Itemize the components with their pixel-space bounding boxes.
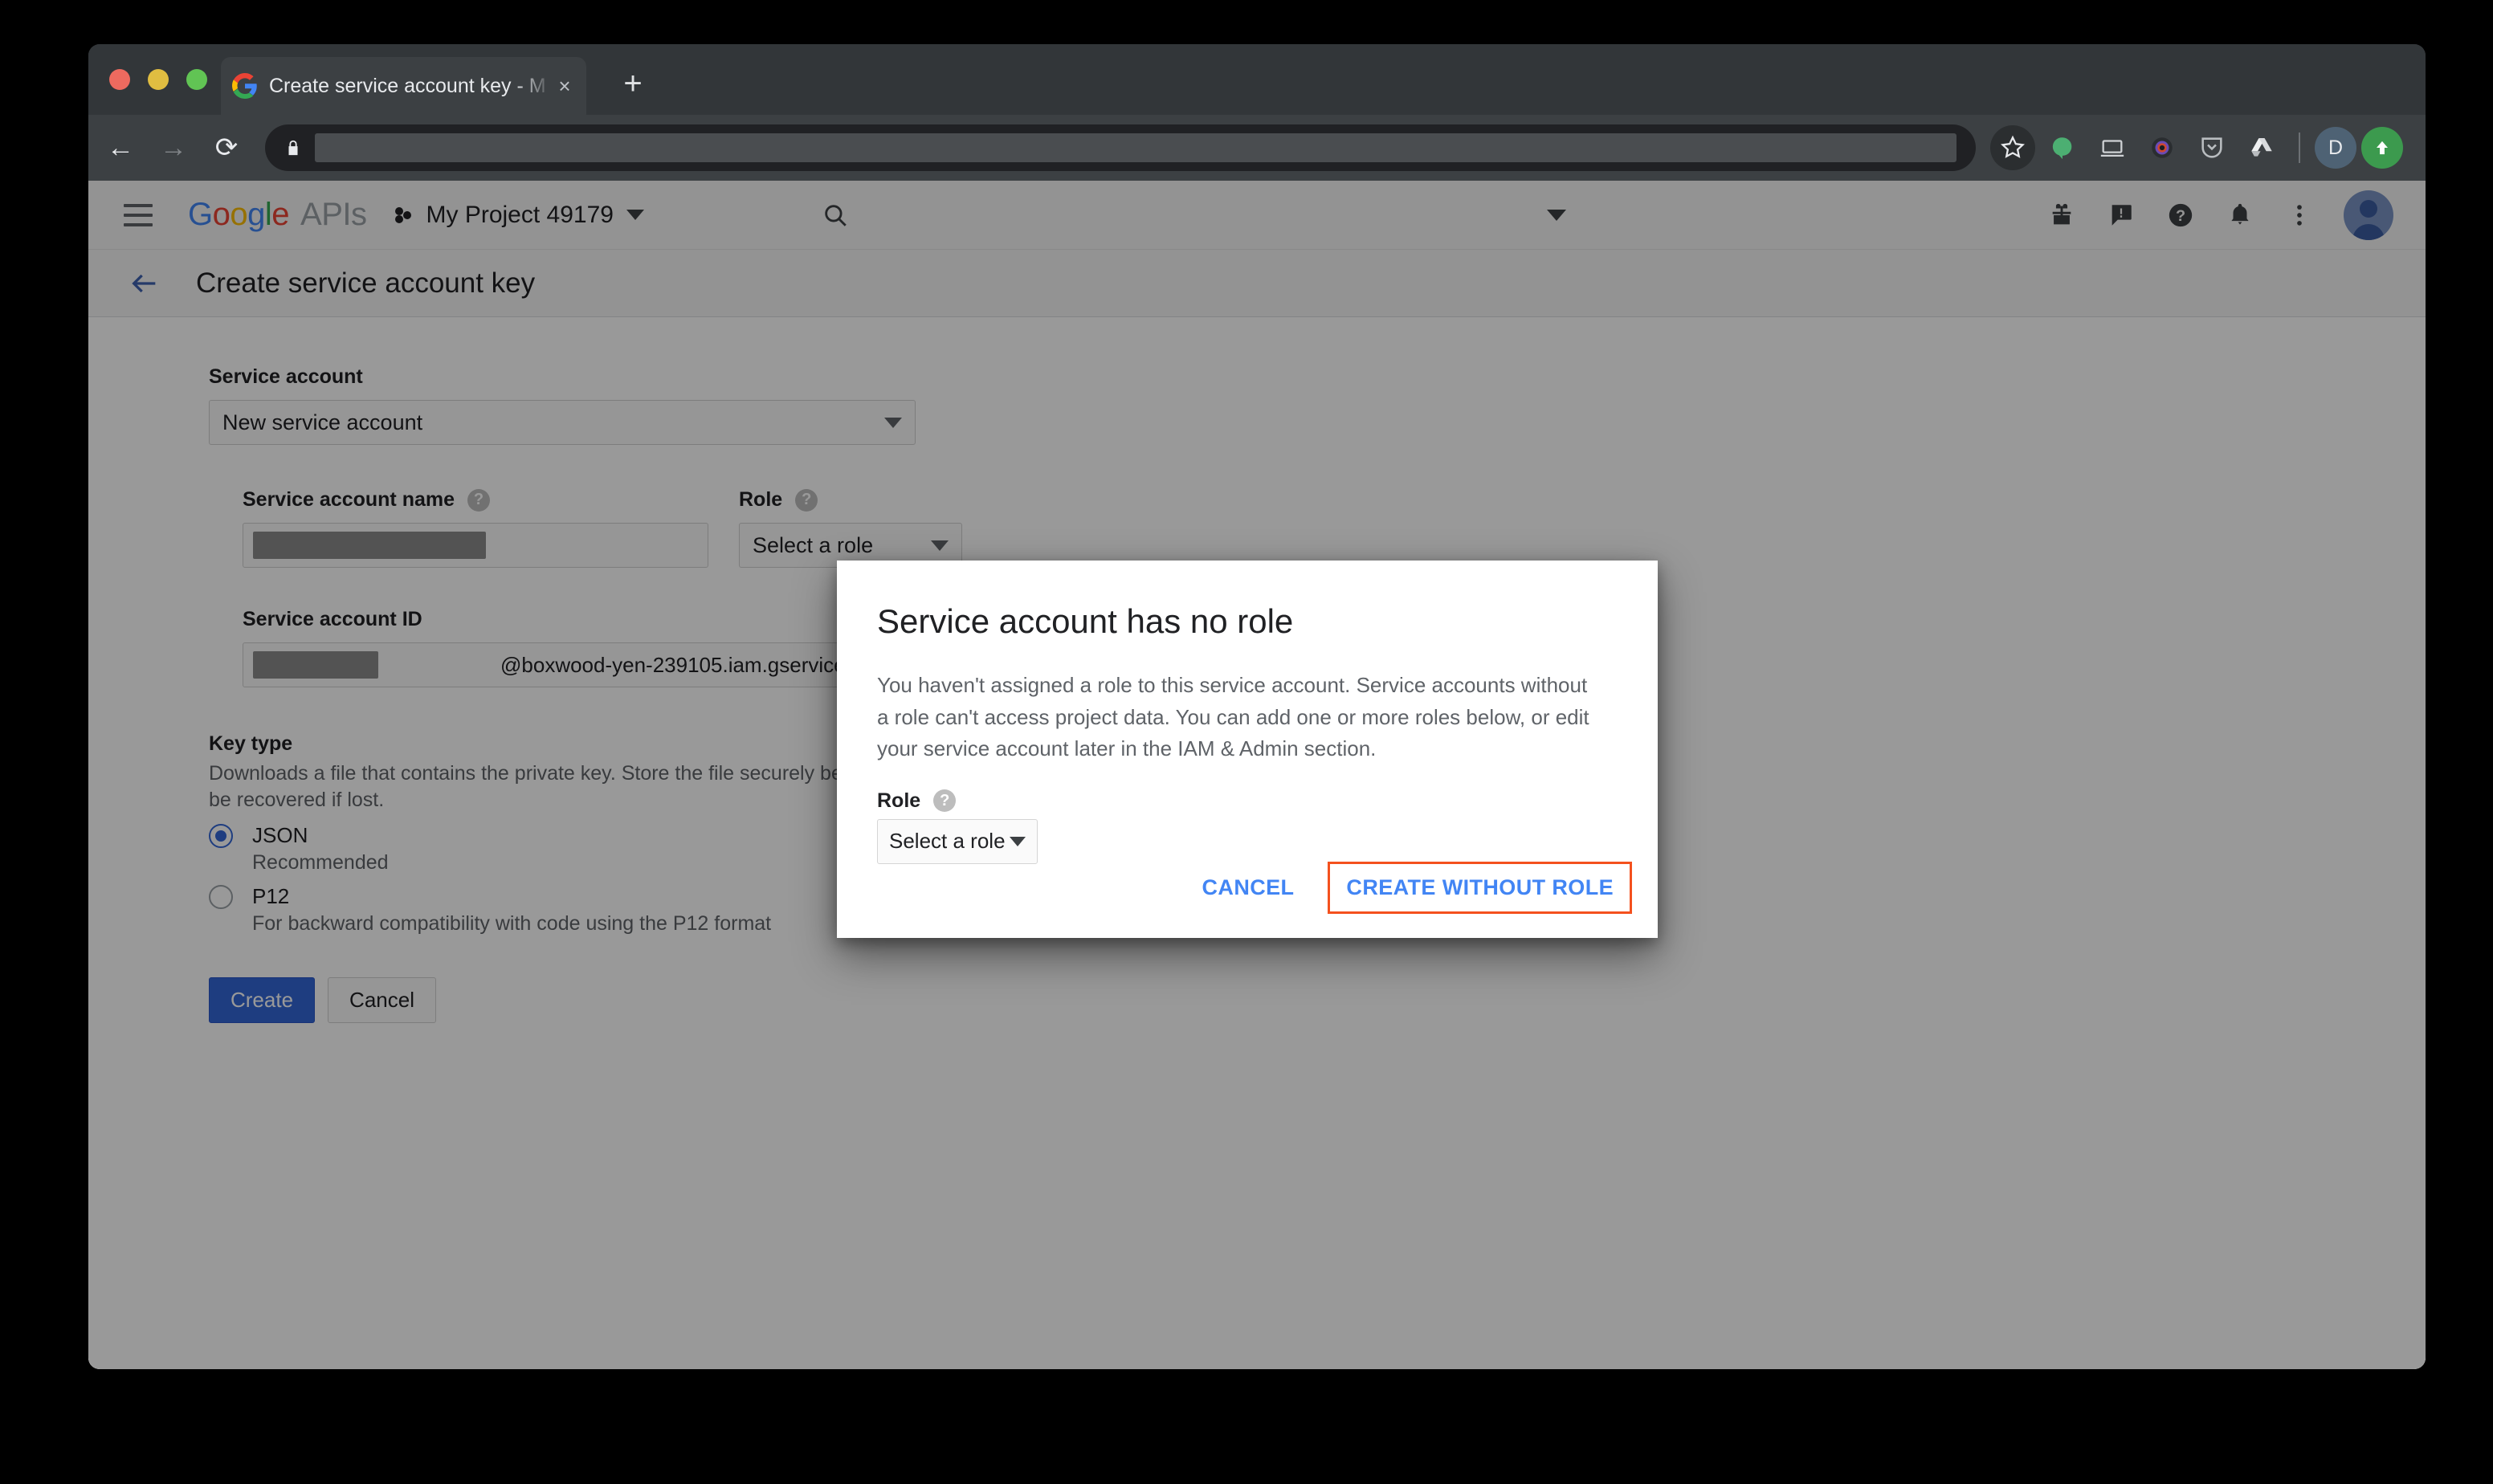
project-selector[interactable]: My Project 49179 xyxy=(391,202,644,229)
help-icon[interactable]: ? xyxy=(933,789,956,812)
google-drive-icon[interactable] xyxy=(2239,125,2284,170)
service-account-name-field: Service account name ? xyxy=(243,488,708,568)
dialog-cancel-button[interactable]: CANCEL xyxy=(1188,862,1309,913)
role-field: Role ? Select a role xyxy=(739,488,962,568)
no-role-dialog: Service account has no role You haven't … xyxy=(837,561,1658,938)
radio-p12[interactable] xyxy=(209,885,233,909)
user-avatar[interactable] xyxy=(2344,190,2393,240)
project-dots-icon xyxy=(391,203,415,227)
dialog-role-field: Role ? Select a role xyxy=(877,789,1618,864)
service-account-field: Service account New service account xyxy=(209,365,2426,445)
service-account-name-input[interactable] xyxy=(243,523,708,568)
gift-icon[interactable] xyxy=(2038,192,2085,238)
maximize-window-button[interactable] xyxy=(186,69,207,90)
dialog-role-label: Role ? xyxy=(877,789,1618,813)
logo-letter-o2: o xyxy=(230,197,247,232)
logo-letter-g2: g xyxy=(247,197,265,232)
chevron-down-icon xyxy=(626,210,644,220)
dialog-role-select[interactable]: Select a role xyxy=(877,819,1038,864)
dialog-role-label-text: Role xyxy=(877,789,920,813)
key-type-p12-label: P12 xyxy=(252,884,289,909)
window-traffic-lights xyxy=(109,69,207,90)
form-actions: Create Cancel xyxy=(209,977,2426,1023)
help-icon[interactable]: ? xyxy=(467,489,490,512)
redacted-value xyxy=(253,651,378,679)
search-icon xyxy=(822,202,849,229)
dialog-title: Service account has no role xyxy=(877,602,1618,641)
dialog-role-value: Select a role xyxy=(889,829,1006,854)
logo-letter-l: l xyxy=(265,197,271,232)
minimize-window-button[interactable] xyxy=(148,69,169,90)
key-type-json-label: JSON xyxy=(252,823,308,848)
toolbar-divider xyxy=(2299,132,2300,163)
redacted-value xyxy=(253,532,486,559)
service-account-name-label: Service account name ? xyxy=(243,488,708,512)
page-header: Create service account key xyxy=(88,250,2426,317)
feedback-icon[interactable] xyxy=(2098,192,2144,238)
service-account-label: Service account xyxy=(209,365,2426,389)
gcp-app-bar-actions: ? xyxy=(2038,190,2406,240)
google-g-icon xyxy=(232,73,258,99)
gcp-app-bar: Google APIs My Project 49179 xyxy=(88,181,2426,250)
name-and-role-row: Service account name ? Role ? Select a r… xyxy=(243,488,2426,568)
help-icon[interactable]: ? xyxy=(2157,192,2204,238)
notifications-bell-icon[interactable] xyxy=(2217,192,2263,238)
browser-profile-button[interactable]: D xyxy=(2315,127,2356,169)
svg-text:?: ? xyxy=(2176,207,2185,225)
logo-letter-o1: o xyxy=(213,197,231,232)
close-window-button[interactable] xyxy=(109,69,130,90)
arrow-back-icon[interactable] xyxy=(122,261,167,306)
forward-icon[interactable]: → xyxy=(153,127,194,169)
tab-strip: Create service account key - M × + xyxy=(88,44,2426,115)
camera-lens-extension-icon[interactable] xyxy=(2140,125,2185,170)
logo-letter-e: e xyxy=(271,197,289,232)
chevron-down-icon xyxy=(931,540,949,551)
cancel-button[interactable]: Cancel xyxy=(328,977,436,1023)
search-input[interactable] xyxy=(867,202,1547,227)
url-bar-redacted-value[interactable] xyxy=(315,133,1956,162)
green-bubble-extension-icon[interactable] xyxy=(2040,125,2085,170)
chevron-down-icon xyxy=(884,418,902,428)
radio-json[interactable] xyxy=(209,824,233,848)
browser-toolbar: ← → ⟳ xyxy=(88,115,2426,181)
lock-icon xyxy=(284,137,302,158)
browser-tab-title: Create service account key - M xyxy=(269,75,554,98)
gcp-search-bar[interactable] xyxy=(801,189,1584,242)
close-tab-icon[interactable]: × xyxy=(554,75,575,96)
pocket-shield-icon[interactable] xyxy=(2189,125,2234,170)
project-name-label: My Project 49179 xyxy=(426,202,614,229)
service-account-value: New service account xyxy=(222,410,422,435)
role-label: Role ? xyxy=(739,488,962,512)
cast-laptop-icon[interactable] xyxy=(2090,125,2135,170)
browser-tab[interactable]: Create service account key - M × xyxy=(221,57,586,115)
service-account-name-label-text: Service account name xyxy=(243,488,455,512)
up-arrow-icon[interactable] xyxy=(2361,127,2403,169)
dialog-body-text: You haven't assigned a role to this serv… xyxy=(877,670,1600,765)
browser-window: Create service account key - M × + ← → ⟳ xyxy=(88,44,2426,1369)
search-chevron-down-icon[interactable] xyxy=(1547,210,1566,221)
chevron-down-icon xyxy=(1010,837,1026,846)
back-icon[interactable]: ← xyxy=(100,127,141,169)
more-vert-icon[interactable] xyxy=(2276,192,2323,238)
service-account-select[interactable]: New service account xyxy=(209,400,916,445)
hamburger-menu-icon[interactable] xyxy=(116,193,161,238)
reload-icon[interactable]: ⟳ xyxy=(206,127,247,169)
create-button[interactable]: Create xyxy=(209,977,315,1023)
browser-toolbar-actions: D xyxy=(1990,125,2426,170)
role-value: Select a role xyxy=(753,533,873,558)
new-tab-button[interactable]: + xyxy=(614,67,651,104)
omnibox[interactable] xyxy=(265,124,1976,171)
google-apis-logo: Google APIs xyxy=(188,197,367,233)
create-without-role-button[interactable]: CREATE WITHOUT ROLE xyxy=(1328,862,1632,914)
dialog-actions: CANCEL CREATE WITHOUT ROLE xyxy=(1188,862,1632,914)
logo-letter-g: G xyxy=(188,197,213,232)
page-content: Google APIs My Project 49179 xyxy=(88,181,2426,1369)
logo-apis-word: APIs xyxy=(300,197,366,232)
bookmark-star-icon[interactable] xyxy=(1990,125,2035,170)
page-title: Create service account key xyxy=(196,267,535,300)
help-icon[interactable]: ? xyxy=(795,489,818,512)
role-label-text: Role xyxy=(739,488,782,512)
